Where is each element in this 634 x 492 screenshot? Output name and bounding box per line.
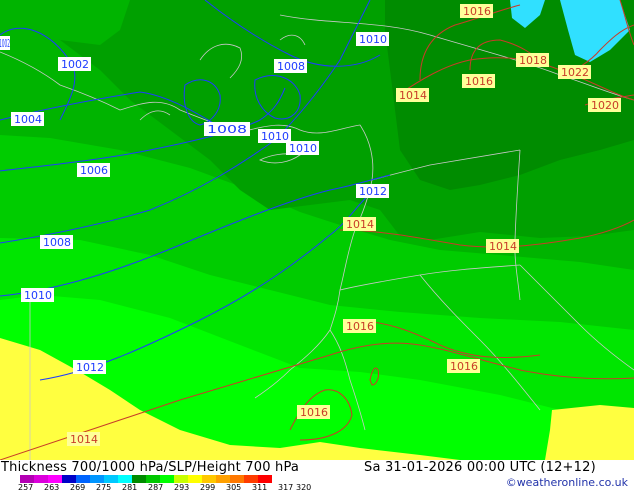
colorbar-swatch	[118, 475, 132, 483]
isobar-label-text: 1014	[399, 89, 427, 102]
isobar-label-text: 1014	[346, 218, 374, 231]
isobar-label: 1014	[486, 239, 519, 253]
isobar-label-text: 1004	[14, 113, 42, 126]
isobar-label-text: 1014	[70, 433, 98, 446]
colorbar-swatch	[230, 475, 244, 483]
colorbar-swatch	[146, 475, 160, 483]
isobar-label: 1008	[40, 235, 73, 249]
isobar-label: 1014	[396, 88, 429, 102]
isobar-label: 1018	[516, 53, 549, 67]
isobar-label-text: 1016	[463, 5, 491, 18]
isobar-label-text: 1010	[289, 142, 317, 155]
colorbar-label: 281	[122, 483, 138, 492]
isobar-label-text: 1010	[261, 130, 289, 143]
colorbar-label: 269	[70, 483, 86, 492]
isobar-label: 1016	[462, 74, 495, 88]
isobar-label-text: 1008	[43, 236, 71, 249]
colorbar-swatch	[160, 475, 174, 483]
colorbar-label: 263	[44, 483, 60, 492]
isobar-label: 1002	[0, 36, 10, 50]
colorbar-label: 317	[278, 483, 294, 492]
isobar-label-text: 1010	[24, 289, 52, 302]
isobar-label-text: 1016	[465, 75, 493, 88]
isobar-label-text: 1014	[489, 240, 517, 253]
isobar-label: 1014	[67, 432, 100, 446]
colorbar-label: 287	[148, 483, 164, 492]
colorbar-swatch	[48, 475, 62, 483]
isobar-label-text: 1008	[277, 60, 305, 73]
isobar-label: 1014	[343, 217, 376, 231]
isobar-label-text: 1016	[300, 406, 328, 419]
colorbar-swatch	[188, 475, 202, 483]
isobar-label: 1010	[21, 288, 54, 302]
isobar-label: 1010	[356, 32, 389, 46]
isobar-label: 1016	[343, 319, 376, 333]
colorbar	[20, 475, 272, 483]
isobar-label-text: 1002	[0, 37, 10, 50]
isobar-label-text: 1012	[359, 185, 387, 198]
isobar-label: 1020	[588, 98, 621, 112]
colorbar-swatch	[258, 475, 272, 483]
isobar-label-text: 1022	[561, 66, 589, 79]
isobar-label-text: 1012	[76, 361, 104, 374]
colorbar-label: 275	[96, 483, 112, 492]
isobar-label-text: 1008	[207, 123, 247, 136]
colorbar-swatch	[62, 475, 76, 483]
colorbar-label: 320	[296, 483, 312, 492]
isobar-label: 1008	[274, 59, 307, 73]
isobar-label-text: 1016	[346, 320, 374, 333]
isobar-label: 1002	[58, 57, 91, 71]
colorbar-swatch	[244, 475, 258, 483]
thickness-map-canvas: 1002 1002 1004 1006 1008 1008 1008 1010 …	[0, 0, 634, 460]
colorbar-label: 311	[252, 483, 268, 492]
isobar-label-text: 1016	[450, 360, 478, 373]
isobar-label-text: 1006	[80, 164, 108, 177]
isobar-label: 1006	[77, 163, 110, 177]
colorbar-swatch	[132, 475, 146, 483]
isobar-label: 1022	[558, 65, 591, 79]
valid-time: Sa 31-01-2026 00:00 UTC (12+12)	[364, 460, 596, 475]
colorbar-label: 257	[18, 483, 34, 492]
isobar-label: 1016	[297, 405, 330, 419]
colorbar-swatch	[34, 475, 48, 483]
isobar-label: 1010	[258, 129, 291, 143]
isobar-label: 1016	[460, 4, 493, 18]
colorbar-swatch	[104, 475, 118, 483]
colorbar-label: 305	[226, 483, 242, 492]
colorbar-swatch	[20, 475, 34, 483]
isobar-label-text: 1010	[359, 33, 387, 46]
isobar-label: 1012	[73, 360, 106, 374]
weather-map: 1002 1002 1004 1006 1008 1008 1008 1010 …	[0, 0, 634, 460]
isobar-label: 1008	[204, 122, 250, 136]
isobar-label: 1004	[11, 112, 44, 126]
isobar-label: 1010	[286, 141, 319, 155]
colorbar-swatch	[216, 475, 230, 483]
colorbar-swatch	[76, 475, 90, 483]
isobar-label: 1012	[356, 184, 389, 198]
isobar-label-text: 1018	[519, 54, 547, 67]
colorbar-label: 299	[200, 483, 216, 492]
colorbar-swatch	[174, 475, 188, 483]
colorbar-swatch	[202, 475, 216, 483]
credit-link[interactable]: ©weatheronline.co.uk	[506, 476, 628, 489]
map-title: Thickness 700/1000 hPa/SLP/Height 700 hP…	[1, 460, 300, 475]
colorbar-label: 293	[174, 483, 190, 492]
colorbar-swatch	[90, 475, 104, 483]
isobar-label-text: 1020	[591, 99, 619, 112]
isobar-label-text: 1002	[61, 58, 89, 71]
thickness-band-warm-southeast	[545, 405, 634, 460]
isobar-label: 1016	[447, 359, 480, 373]
map-footer: Thickness 700/1000 hPa/SLP/Height 700 hP…	[0, 460, 634, 492]
